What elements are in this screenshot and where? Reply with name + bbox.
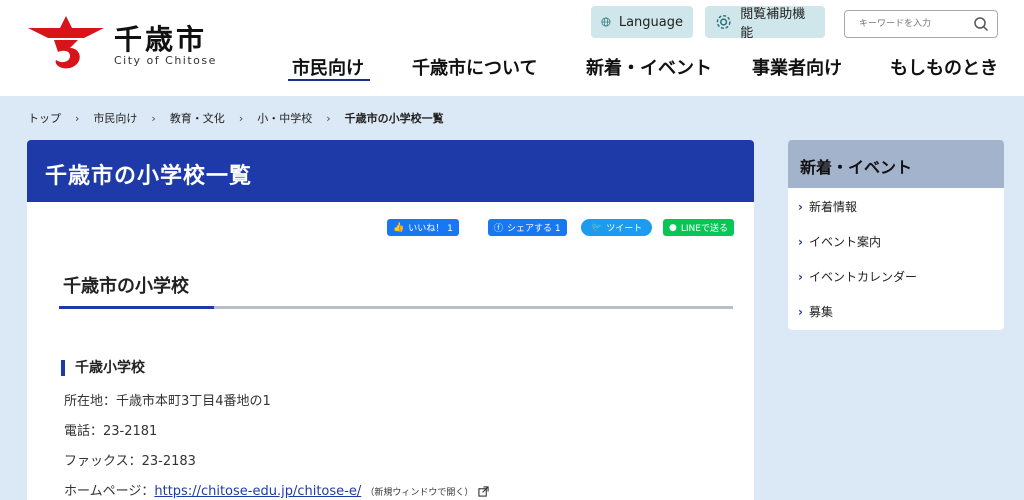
breadcrumb-separator: › bbox=[75, 111, 80, 125]
facebook-share-button[interactable]: ⓕ シェアする 1 bbox=[488, 219, 567, 236]
chevron-right-icon: › bbox=[798, 199, 803, 214]
homepage-label: ホームページ： bbox=[64, 484, 155, 499]
search-icon[interactable] bbox=[973, 16, 989, 32]
side-panel-title: 新着・イベント bbox=[788, 140, 1004, 188]
school-address: 所在地：千歳市本町3丁目4番地の1 bbox=[64, 394, 271, 409]
chitose-logo[interactable] bbox=[26, 14, 106, 70]
facebook-icon: ⓕ bbox=[494, 224, 504, 234]
nav-about-chitose[interactable]: 千歳市について bbox=[412, 54, 537, 80]
section-divider-accent bbox=[59, 306, 214, 309]
section-heading: 千歳市の小学校 bbox=[63, 276, 189, 297]
twitter-bird-icon: 🐦 bbox=[591, 222, 603, 233]
breadcrumb-top[interactable]: トップ bbox=[28, 110, 61, 126]
line-share-button[interactable]: ● LINEで送る bbox=[663, 219, 734, 236]
breadcrumb-separator: › bbox=[326, 111, 331, 125]
search-box bbox=[844, 10, 998, 38]
side-item-event-guide[interactable]: › イベント案内 bbox=[798, 233, 881, 250]
language-button[interactable]: Language bbox=[591, 6, 693, 38]
search-input[interactable] bbox=[845, 11, 965, 37]
tweet-button[interactable]: 🐦 ツイート bbox=[581, 219, 653, 236]
new-window-note: （新規ウィンドウで開く） bbox=[365, 488, 474, 498]
breadcrumb-separator: › bbox=[238, 111, 244, 125]
school-homepage: ホームページ：https://chitose-edu.jp/chitose-e/… bbox=[64, 480, 489, 499]
chevron-right-icon: › bbox=[798, 234, 803, 249]
page-title: 千歳市の小学校一覧 bbox=[27, 140, 754, 202]
nav-active-indicator bbox=[288, 79, 370, 81]
main-content: 千歳市の小学校一覧 👍 いいね！ 1 ⓕ シェアする 1 🐦 ツイート ● LI… bbox=[27, 140, 754, 500]
school-phone: 電話：23-2181 bbox=[64, 424, 158, 439]
side-item-label: イベント案内 bbox=[808, 235, 881, 249]
thumbs-up-icon: 👍 bbox=[393, 222, 405, 233]
side-item-news[interactable]: › 新着情報 bbox=[798, 198, 857, 215]
breadcrumb: トップ › 市民向け › 教育・文化 › 小・中学校 › 千歳市の小学校一覧 bbox=[28, 110, 444, 126]
accessibility-button[interactable]: 閲覧補助機能 bbox=[705, 6, 825, 41]
school-name-heading: 千歳小学校 bbox=[61, 360, 145, 376]
external-link-icon bbox=[477, 486, 489, 497]
breadcrumb-separator: › bbox=[151, 111, 156, 125]
line-icon: ● bbox=[669, 222, 677, 233]
chevron-right-icon: › bbox=[798, 304, 803, 319]
breadcrumb-current: 千歳市の小学校一覧 bbox=[344, 112, 444, 125]
nav-citizens[interactable]: 市民向け bbox=[292, 54, 364, 80]
homepage-link[interactable]: https://chitose-edu.jp/chitose-e/ bbox=[154, 484, 361, 499]
nav-emergency[interactable]: もしものとき bbox=[890, 54, 998, 80]
side-item-label: 新着情報 bbox=[808, 200, 857, 214]
gear-icon bbox=[716, 15, 731, 29]
site-title[interactable]: 千歳市 bbox=[114, 18, 207, 58]
side-item-label: 募集 bbox=[808, 305, 833, 319]
side-item-event-calendar[interactable]: › イベントカレンダー bbox=[798, 268, 917, 285]
accessibility-label: 閲覧補助機能 bbox=[740, 7, 806, 41]
like-label: いいね！ 1 bbox=[408, 224, 453, 234]
facebook-like-button[interactable]: 👍 いいね！ 1 bbox=[387, 219, 459, 236]
globe-icon bbox=[601, 17, 611, 27]
site-header: 千歳市 City of Chitose Language 閲覧補助機能 市民向け… bbox=[0, 0, 1024, 96]
nav-business[interactable]: 事業者向け bbox=[752, 54, 842, 80]
breadcrumb-schools[interactable]: 小・中学校 bbox=[257, 110, 312, 126]
language-label: Language bbox=[618, 14, 683, 30]
side-panel: 新着・イベント › 新着情報 › イベント案内 › イベントカレンダー › 募集 bbox=[788, 140, 1004, 330]
chevron-right-icon: › bbox=[798, 269, 803, 284]
breadcrumb-citizens[interactable]: 市民向け bbox=[93, 110, 137, 126]
nav-news-events[interactable]: 新着・イベント bbox=[586, 54, 712, 80]
school-fax: ファックス：23-2183 bbox=[64, 454, 196, 469]
share-label: シェアする 1 bbox=[507, 224, 561, 234]
side-item-label: イベントカレンダー bbox=[808, 270, 917, 284]
line-label: LINEで送る bbox=[680, 224, 728, 234]
side-item-recruitment[interactable]: › 募集 bbox=[798, 303, 833, 320]
breadcrumb-education[interactable]: 教育・文化 bbox=[170, 110, 225, 126]
site-subtitle: City of Chitose bbox=[114, 54, 217, 67]
tweet-label: ツイート bbox=[606, 224, 643, 234]
